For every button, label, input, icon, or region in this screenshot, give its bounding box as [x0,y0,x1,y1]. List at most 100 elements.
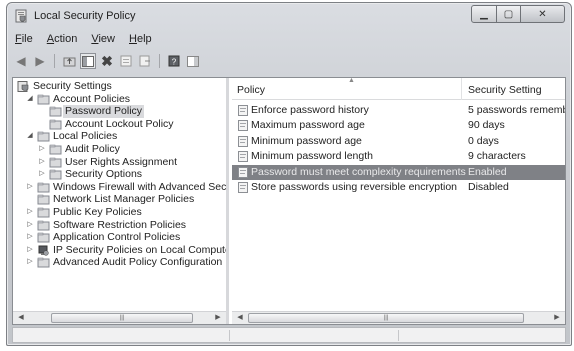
help-button[interactable]: ? [166,53,182,69]
close-button[interactable]: ✕ [521,5,565,23]
collapsed-arrow-icon[interactable]: ▷ [38,168,46,180]
collapsed-arrow-icon[interactable]: ▷ [26,231,34,243]
folder-icon [37,258,50,268]
action-pane-icon [187,55,199,67]
status-bar [12,327,566,343]
forward-button[interactable]: ▶ [32,53,48,69]
menu-file[interactable]: File [13,33,35,49]
details-horizontal-scrollbar[interactable]: ◀ ||| ▶ [232,311,565,324]
tree-node[interactable]: Password Policy [13,105,226,118]
tree-node[interactable]: ▷ User Rights Assignment [13,156,226,169]
expanded-arrow-icon[interactable]: ◢ [26,93,34,105]
tree-node[interactable]: ▷ Advanced Audit Policy Configuration [13,256,226,269]
tree-node[interactable]: Network List Manager Policies [13,193,226,206]
forward-arrow-icon: ▶ [35,54,45,68]
local-security-policy-app-icon [15,9,27,23]
tree-node[interactable]: Security Settings [13,80,226,93]
folder-icon [49,106,62,117]
status-bar-divider [229,330,230,341]
console-tree-icon [82,55,94,67]
tree-node-label: Password Policy [63,105,145,118]
menu-view[interactable]: View [89,33,117,49]
menu-action-label: ction [54,33,78,45]
policy-row[interactable]: Minimum password age 0 days [232,134,565,149]
export-list-button[interactable] [137,53,153,69]
toolbar: ◀ ▶ ✖ ? [13,52,201,70]
tree-node[interactable]: ▷ Application Control Policies [13,231,226,244]
scroll-right-arrow-icon[interactable]: ▶ [551,312,563,324]
policy-list: Enforce password history 5 passwords reme… [232,103,565,195]
minimize-button[interactable]: ▁ [471,5,497,23]
policy-setting-icon [238,120,248,132]
column-header-security-setting[interactable]: Security Setting [463,78,565,100]
tree-node[interactable]: ▷ Software Restriction Policies [13,218,226,232]
collapsed-arrow-icon[interactable]: ▷ [38,143,46,155]
maximize-icon: ▢ [503,8,514,20]
list-header: ▲ Policy Security Setting [232,78,565,100]
maximize-button[interactable]: ▢ [497,5,521,23]
tree-node[interactable]: ▷ Security Options [13,168,226,181]
folder-icon [37,232,50,243]
tree-node[interactable]: ▷ Windows Firewall with Advanced Secu [13,181,226,194]
folder-icon [49,169,62,180]
collapsed-arrow-icon[interactable]: ▷ [26,181,34,193]
policy-row[interactable]: Maximum password age 90 days [232,118,565,133]
tree-node-label: IP Security Policies on Local Compute [53,243,229,256]
policy-row[interactable]: Store passwords using reversible encrypt… [232,180,565,195]
policy-security-setting: 9 characters [468,150,526,163]
status-bar-divider [398,330,399,341]
policy-row[interactable]: Minimum password length 9 characters [232,149,565,164]
collapsed-arrow-icon[interactable]: ▷ [38,156,46,168]
folder-icon [37,94,50,105]
menu-action[interactable]: Action [45,33,80,49]
menu-help-accelerator: H [129,33,137,45]
tree-node-label: Software Restriction Policies [53,218,187,231]
delete-button[interactable]: ✖ [99,53,115,69]
up-one-level-button[interactable] [61,53,77,69]
details-pane: ▲ Policy Security Setting Enforce passwo… [232,78,565,324]
tree-node[interactable]: ▷ IP Security Policies on Local Compute [13,243,229,257]
tree-node-label: Audit Policy [65,142,120,155]
scroll-right-arrow-icon[interactable]: ▶ [212,312,224,324]
tree-node[interactable]: ◢ Local Policies [13,130,226,143]
column-header-policy[interactable]: ▲ Policy [232,78,462,100]
collapsed-arrow-icon[interactable]: ▷ [26,206,34,218]
menu-file-accelerator: F [15,33,22,45]
delete-x-icon: ✖ [101,52,113,69]
collapsed-arrow-icon[interactable]: ▷ [26,256,34,268]
console-tree-pane: Security Settings ◢ Account Policies Passwo… [13,78,229,324]
tree-node[interactable]: ◢ Account Policies [13,93,226,106]
sort-ascending-icon: ▲ [348,78,355,84]
tree-node-label: Advanced Audit Policy Configuration [53,256,223,269]
show-hide-action-pane-button[interactable] [185,53,201,69]
help-book-icon: ? [168,55,180,67]
scroll-left-arrow-icon[interactable]: ◀ [15,312,27,324]
policy-row[interactable]: Password must meet complexity requiremen… [232,164,565,180]
tree-node[interactable]: Account Lockout Policy [13,118,226,131]
expanded-arrow-icon[interactable]: ◢ [26,130,34,142]
scroll-thumb[interactable]: ||| [248,313,524,323]
folder-icon [37,220,50,231]
minimize-icon: ▁ [480,8,488,20]
scroll-left-arrow-icon[interactable]: ◀ [234,312,246,324]
policy-row[interactable]: Enforce password history 5 passwords reme… [232,103,565,118]
back-button[interactable]: ◀ [13,53,29,69]
scroll-thumb[interactable]: ||| [51,313,193,323]
title-bar[interactable]: Local Security Policy ▁ ▢ ✕ [7,3,571,29]
policy-security-setting: 0 days [468,134,499,147]
tree-horizontal-scrollbar[interactable]: ◀ ||| ▶ [13,311,226,324]
close-icon: ✕ [538,8,547,20]
properties-button[interactable] [118,53,134,69]
collapsed-arrow-icon[interactable]: ▷ [26,244,34,256]
menu-help[interactable]: Help [127,33,154,49]
show-hide-console-tree-button[interactable] [80,53,96,69]
policy-security-setting: Disabled [468,180,509,193]
menu-file-label: ile [21,33,33,45]
tree-node[interactable]: ▷ Public Key Policies [13,206,226,219]
tree-node[interactable]: ▷ Audit Policy [13,142,226,156]
folder-icon [49,119,62,130]
policy-security-setting: Enabled [468,165,507,178]
security-settings-icon [17,81,29,92]
policy-name: Enforce password history [251,104,369,116]
collapsed-arrow-icon[interactable]: ▷ [26,219,34,231]
